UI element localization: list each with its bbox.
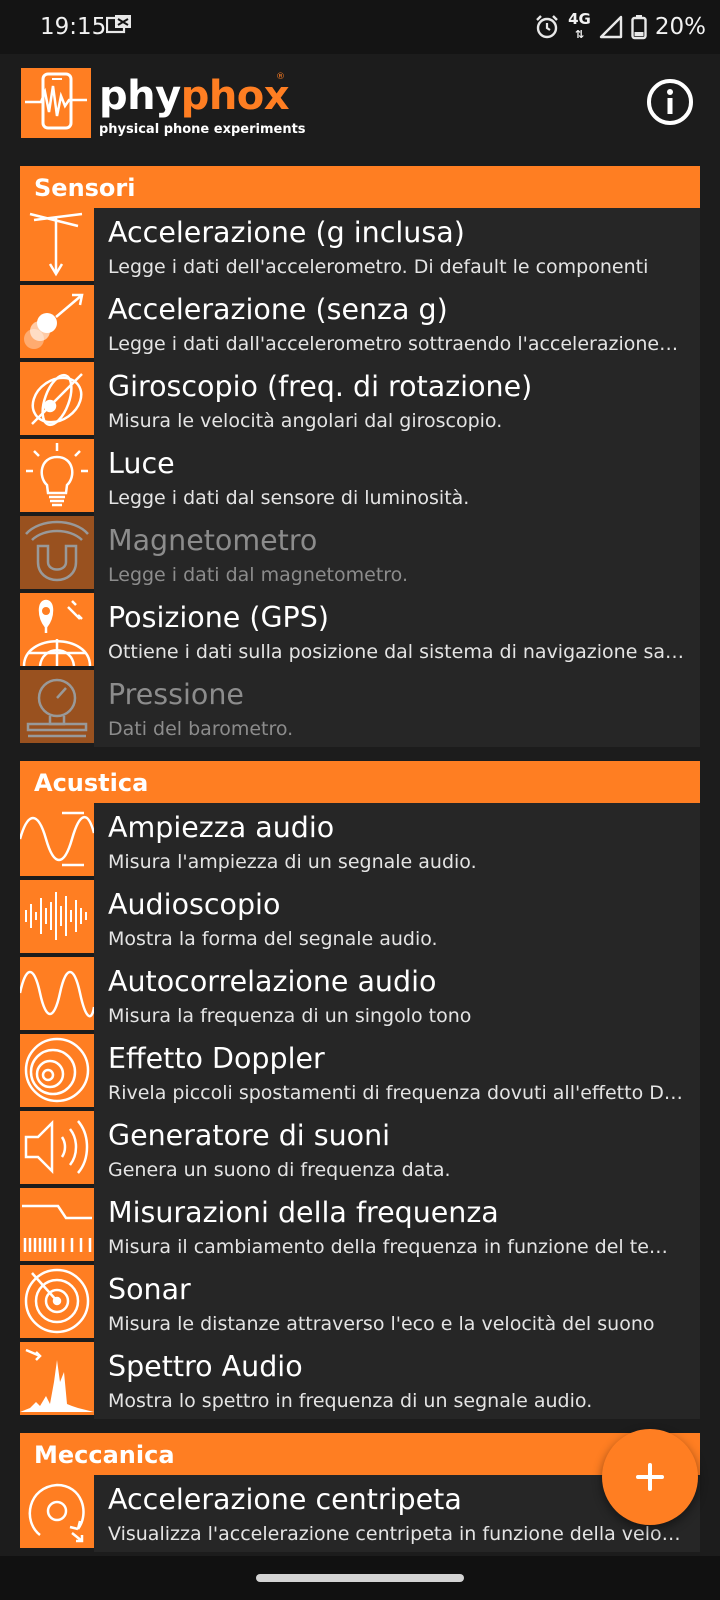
sonar-icon xyxy=(20,1265,94,1338)
list-item[interactable]: Luce Legge i dati dal sensore di luminos… xyxy=(20,439,700,516)
speaker-icon xyxy=(20,1111,94,1184)
home-gesture-handle[interactable] xyxy=(256,1574,464,1582)
item-description: Misura il cambiamento della frequenza in… xyxy=(108,1236,692,1258)
list-item[interactable]: Audioscopio Mostra la forma del segnale … xyxy=(20,880,700,957)
doppler-icon xyxy=(20,1034,94,1107)
item-title: Audioscopio xyxy=(108,888,281,921)
frequency-history-icon xyxy=(20,1188,94,1261)
item-title: Generatore di suoni xyxy=(108,1119,391,1152)
add-experiment-button[interactable] xyxy=(602,1429,698,1525)
item-title: Magnetometro xyxy=(108,524,318,557)
item-description: Dati del barometro. xyxy=(108,718,294,740)
app-logo-text: phyphox xyxy=(99,73,290,119)
item-description: Misura le distanze attraverso l'eco e la… xyxy=(108,1313,655,1335)
section-header-meccanica: Meccanica xyxy=(20,1433,700,1475)
list-item[interactable]: Generatore di suoni Genera un suono di f… xyxy=(20,1111,700,1188)
gyroscope-icon xyxy=(20,362,94,435)
audioscope-icon xyxy=(20,880,94,953)
item-description: Legge i dati dal sensore di luminosità. xyxy=(108,487,470,509)
list-item[interactable]: Giroscopio (freq. di rotazione) Misura l… xyxy=(20,362,700,439)
item-title: Luce xyxy=(108,447,175,480)
list-item[interactable]: Sonar Misura le distanze attraverso l'ec… xyxy=(20,1265,700,1342)
list-item[interactable]: Autocorrelazione audio Misura la frequen… xyxy=(20,957,700,1034)
item-description: Rivela piccoli spostamenti di frequenza … xyxy=(108,1082,700,1104)
item-description: Legge i dati dal magnetometro. xyxy=(108,564,408,586)
item-title: Giroscopio (freq. di rotazione) xyxy=(108,370,533,403)
list-item[interactable]: Effetto Doppler Rivela piccoli spostamen… xyxy=(20,1034,700,1111)
item-description: Ottiene i dati sulla posizione dal siste… xyxy=(108,641,700,663)
network-type: 4G ⇅ xyxy=(568,10,591,42)
battery-level: 20% xyxy=(654,14,706,40)
item-title: Autocorrelazione audio xyxy=(108,965,437,998)
plus-icon xyxy=(636,1463,664,1491)
status-bar: 19:15 4G ⇅ 20% xyxy=(0,0,720,54)
acceleration-without-g-icon xyxy=(20,285,94,358)
battery-icon xyxy=(631,15,647,40)
item-description: Legge i dati dall'accelerometro sottraen… xyxy=(108,333,700,355)
app-bar: phyphox ® physical phone experiments xyxy=(0,54,720,152)
item-title: Posizione (GPS) xyxy=(108,601,329,634)
app-tagline: physical phone experiments xyxy=(99,122,306,137)
section-header-acustica: Acustica xyxy=(20,761,700,803)
alarm-icon xyxy=(536,15,558,39)
signal-icon xyxy=(599,15,623,39)
list-item[interactable]: Accelerazione (g inclusa) Legge i dati d… xyxy=(20,208,700,285)
item-description: Mostra lo spettro in frequenza di un seg… xyxy=(108,1390,593,1412)
gps-globe-icon xyxy=(20,593,94,666)
section-header-sensori: Sensori xyxy=(20,166,700,208)
list-item[interactable]: Misurazioni della frequenza Misura il ca… xyxy=(20,1188,700,1265)
light-bulb-icon xyxy=(20,439,94,512)
autocorrelation-icon xyxy=(20,957,94,1030)
centripetal-icon xyxy=(20,1475,94,1548)
status-icons: 4G ⇅ 20% xyxy=(534,12,706,42)
item-title: Accelerazione (g inclusa) xyxy=(108,216,465,249)
item-title: Pressione xyxy=(108,678,244,711)
item-description: Misura l'ampiezza di un segnale audio. xyxy=(108,851,477,873)
status-time: 19:15 xyxy=(40,14,107,40)
experiment-list[interactable]: Sensori Accelerazione (g inclusa) Legge … xyxy=(20,166,700,1552)
registered-mark: ® xyxy=(276,72,285,82)
phyphox-logo-icon xyxy=(21,68,91,138)
item-description: Legge i dati dell'accelerometro. Di defa… xyxy=(108,256,649,278)
notification-icon xyxy=(106,15,131,34)
item-description: Mostra la forma del segnale audio. xyxy=(108,928,438,950)
navigation-bar xyxy=(0,1556,720,1600)
item-title: Accelerazione (senza g) xyxy=(108,293,448,326)
item-title: Effetto Doppler xyxy=(108,1042,325,1075)
item-description: Misura le velocità angolari dal giroscop… xyxy=(108,410,503,432)
item-title: Misurazioni della frequenza xyxy=(108,1196,499,1229)
audio-amplitude-icon xyxy=(20,803,94,876)
list-item[interactable]: Accelerazione centripeta Visualizza l'ac… xyxy=(20,1475,700,1552)
item-title: Spettro Audio xyxy=(108,1350,303,1383)
item-title: Sonar xyxy=(108,1273,191,1306)
list-item[interactable]: Pressione Dati del barometro. xyxy=(20,670,700,747)
item-description: Misura la frequenza di un singolo tono xyxy=(108,1005,472,1027)
item-description: Genera un suono di frequenza data. xyxy=(108,1159,451,1181)
item-title: Ampiezza audio xyxy=(108,811,335,844)
magnet-icon xyxy=(20,516,94,589)
list-item[interactable]: Ampiezza audio Misura l'ampiezza di un s… xyxy=(20,803,700,880)
list-item[interactable]: Magnetometro Legge i dati dal magnetomet… xyxy=(20,516,700,593)
list-item[interactable]: Spettro Audio Mostra lo spettro in frequ… xyxy=(20,1342,700,1419)
audio-spectrum-icon xyxy=(20,1342,94,1415)
list-item[interactable]: Posizione (GPS) Ottiene i dati sulla pos… xyxy=(20,593,700,670)
acceleration-with-g-icon xyxy=(20,208,94,281)
info-icon[interactable] xyxy=(646,78,694,126)
barometer-icon xyxy=(20,670,94,743)
list-item[interactable]: Accelerazione (senza g) Legge i dati dal… xyxy=(20,285,700,362)
